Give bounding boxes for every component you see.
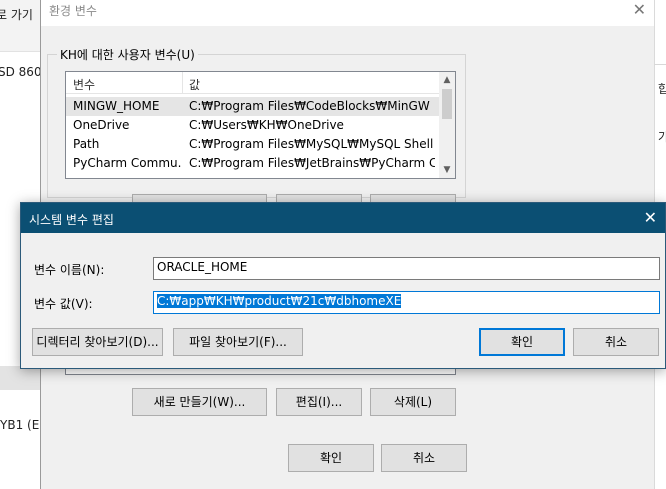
selected-value-text: C:₩app₩KH₩product₩21c₩dbhomeXE bbox=[157, 294, 402, 308]
background-right-text-2: 가 bbox=[658, 130, 666, 144]
user-variables-label: KH에 대한 사용자 변수(U) bbox=[57, 46, 198, 63]
variable-name-field[interactable]: ORACLE_HOME bbox=[153, 257, 660, 280]
edit-dialog-titlebar[interactable]: 시스템 변수 편집 ✕ bbox=[21, 203, 665, 233]
env-cancel-button[interactable]: 취소 bbox=[381, 444, 467, 472]
list-scrollbar[interactable]: ▲ ▼ bbox=[439, 72, 455, 178]
column-divider[interactable] bbox=[182, 72, 183, 94]
list-item[interactable]: OneDrive C:₩Users₩KH₩OneDrive bbox=[66, 116, 440, 135]
user-variables-list[interactable]: 변수 값 MINGW_HOME C:₩Program Files₩CodeBlo… bbox=[65, 71, 456, 179]
close-icon[interactable]: ✕ bbox=[644, 208, 657, 227]
edit-system-variable-dialog: 시스템 변수 편집 ✕ 변수 이름(N): ORACLE_HOME 변수 값(V… bbox=[20, 202, 666, 369]
edit-cancel-button[interactable]: 취소 bbox=[573, 328, 659, 356]
list-header: 변수 값 bbox=[66, 72, 440, 94]
background-divider bbox=[654, 64, 666, 65]
background-selected-strip bbox=[0, 366, 40, 390]
column-header-name[interactable]: 변수 bbox=[73, 76, 95, 93]
background-right-text-1: 합 bbox=[658, 82, 666, 96]
variable-value-label: 변수 값(V): bbox=[34, 297, 93, 311]
variable-value: C:₩Program Files₩CodeBlocks₩MinGW bbox=[189, 99, 430, 113]
variable-value: C:₩Users₩KH₩OneDrive bbox=[189, 118, 344, 132]
variable-name: Path bbox=[73, 137, 100, 151]
variable-value: C:₩Program Files₩JetBrains₩PyCharm Co... bbox=[189, 156, 435, 170]
list-item[interactable]: MINGW_HOME C:₩Program Files₩CodeBlocks₩M… bbox=[66, 97, 440, 116]
close-icon[interactable]: ✕ bbox=[633, 0, 646, 19]
browse-file-button[interactable]: 파일 찾아보기(F)... bbox=[173, 328, 303, 356]
env-dialog-titlebar[interactable]: 환경 변수 ✕ bbox=[41, 0, 654, 26]
edit-dialog-title: 시스템 변수 편집 bbox=[29, 213, 114, 227]
background-drive-item[interactable]: SD 860 bbox=[0, 65, 42, 79]
variable-value-field[interactable]: C:₩app₩KH₩product₩21c₩dbhomeXE bbox=[153, 291, 660, 314]
chevron-down-icon[interactable]: ▼ bbox=[439, 162, 455, 178]
list-item[interactable]: Path C:₩Program Files₩MySQL₩MySQL Shell … bbox=[66, 135, 440, 154]
env-ok-button[interactable]: 확인 bbox=[288, 444, 374, 472]
system-edit-button[interactable]: 편집(I)... bbox=[276, 388, 362, 416]
chevron-up-icon[interactable]: ▲ bbox=[439, 72, 455, 88]
system-delete-button[interactable]: 삭제(L) bbox=[370, 388, 456, 416]
variable-name: PyCharm Commu... bbox=[73, 156, 181, 170]
scrollbar-thumb[interactable] bbox=[442, 89, 452, 119]
variable-value: C:₩Program Files₩MySQL₩MySQL Shell 8.... bbox=[189, 137, 435, 151]
variable-name: MINGW_HOME bbox=[73, 99, 160, 113]
env-dialog-title: 환경 변수 bbox=[49, 4, 97, 18]
variable-name: OneDrive bbox=[73, 118, 130, 132]
column-header-value[interactable]: 값 bbox=[189, 76, 200, 93]
background-nav-text: 로 가기 bbox=[0, 8, 33, 22]
browse-directory-button[interactable]: 디렉터리 찾아보기(D)... bbox=[32, 328, 163, 356]
background-drive-item-2[interactable]: YB1 (E: bbox=[0, 418, 43, 432]
variable-name-label: 변수 이름(N): bbox=[34, 263, 105, 277]
list-item[interactable]: PyCharm Commu... C:₩Program Files₩JetBra… bbox=[66, 154, 440, 173]
edit-ok-button[interactable]: 확인 bbox=[479, 328, 565, 356]
system-new-button[interactable]: 새로 만들기(W)... bbox=[132, 388, 267, 416]
